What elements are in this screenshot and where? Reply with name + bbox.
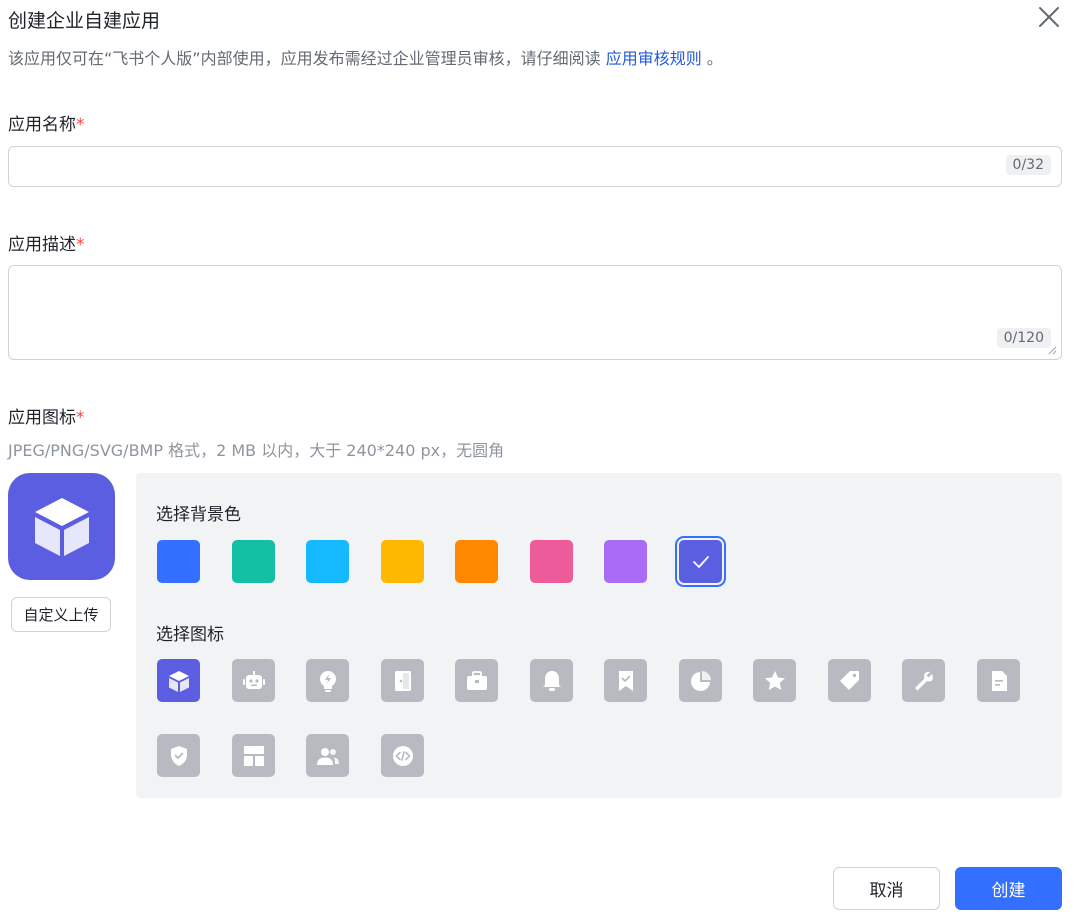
bell-icon	[542, 670, 561, 691]
bg-swatch-purple[interactable]	[604, 540, 647, 583]
icon-option-code[interactable]	[381, 734, 424, 777]
resize-grip-icon[interactable]	[1048, 346, 1057, 355]
app-icon-label: 应用图标*	[8, 403, 85, 428]
dialog-title: 创建企业自建应用	[8, 10, 161, 32]
door-icon	[394, 670, 411, 691]
icon-option-document[interactable]	[977, 659, 1020, 702]
icon-option-robot[interactable]	[232, 659, 275, 702]
icon-option-door[interactable]	[381, 659, 424, 702]
document-icon	[991, 670, 1007, 691]
icon-option-lightbulb[interactable]	[306, 659, 349, 702]
app-name-label-text: 应用名称	[8, 115, 76, 135]
icon-option-layout[interactable]	[232, 734, 275, 777]
bg-swatch-cyan[interactable]	[306, 540, 349, 583]
shield-icon	[170, 745, 187, 766]
app-name-counter: 0/32	[1005, 155, 1051, 175]
cancel-button[interactable]: 取消	[833, 867, 940, 910]
code-icon	[392, 745, 413, 766]
check-icon	[693, 556, 709, 568]
icon-picker-panel: 选择背景色 选择图标	[136, 473, 1062, 798]
cube-icon	[168, 670, 189, 692]
app-name-input[interactable]	[9, 147, 1061, 185]
icon-option-briefcase[interactable]	[455, 659, 498, 702]
icon-option-bell[interactable]	[530, 659, 573, 702]
bg-color-title: 选择背景色	[156, 505, 241, 525]
icon-option-star[interactable]	[753, 659, 796, 702]
required-mark: *	[76, 115, 85, 135]
layout-icon	[243, 745, 264, 766]
notice-text: 该应用仅可在“飞书个人版”内部使用，应用发布需经过企业管理员审核，请仔细阅读	[8, 49, 601, 68]
notice: 该应用仅可在“飞书个人版”内部使用，应用发布需经过企业管理员审核，请仔细阅读 应…	[8, 45, 723, 69]
cube-icon	[34, 497, 89, 556]
notice-end: 。	[706, 49, 723, 68]
bg-swatch-orange[interactable]	[455, 540, 498, 583]
required-mark: *	[76, 235, 85, 255]
wrench-icon	[914, 671, 933, 690]
required-mark: *	[76, 408, 85, 428]
icon-option-people[interactable]	[306, 734, 349, 777]
icon-option-bookmark[interactable]	[604, 659, 647, 702]
create-button[interactable]: 创建	[955, 867, 1062, 910]
app-name-label: 应用名称*	[8, 110, 85, 135]
icon-option-pie-chart[interactable]	[679, 659, 722, 702]
tag-icon	[839, 670, 859, 690]
bg-swatch-indigo[interactable]	[679, 540, 722, 583]
custom-upload-button[interactable]: 自定义上传	[11, 597, 111, 632]
bg-swatch-blue[interactable]	[157, 540, 200, 583]
close-icon[interactable]	[1036, 4, 1062, 30]
bg-swatch-green[interactable]	[232, 540, 275, 583]
review-rules-link[interactable]: 应用审核规则	[606, 49, 702, 68]
app-desc-label-text: 应用描述	[8, 235, 76, 255]
app-desc-textarea[interactable]	[9, 266, 1061, 358]
briefcase-icon	[466, 670, 487, 690]
icon-option-shield[interactable]	[157, 734, 200, 777]
icon-preview	[8, 473, 115, 580]
lightbulb-icon	[319, 670, 336, 692]
bookmark-icon	[618, 670, 633, 691]
app-desc-field: 0/120	[8, 265, 1062, 360]
icon-title: 选择图标	[156, 625, 224, 645]
bg-swatch-yellow[interactable]	[381, 540, 424, 583]
app-icon-label-text: 应用图标	[8, 408, 76, 428]
people-icon	[316, 747, 339, 765]
icon-option-cube[interactable]	[157, 659, 200, 702]
pie-chart-icon	[690, 670, 711, 691]
icon-hint: JPEG/PNG/SVG/BMP 格式，2 MB 以内，大于 240*240 p…	[8, 441, 505, 460]
app-desc-label: 应用描述*	[8, 230, 85, 255]
app-name-field: 0/32	[8, 146, 1062, 187]
icon-option-tag[interactable]	[828, 659, 871, 702]
robot-icon	[242, 670, 265, 689]
bg-swatch-pink[interactable]	[530, 540, 573, 583]
app-desc-counter: 0/120	[996, 328, 1051, 348]
star-icon	[764, 670, 785, 690]
icon-option-wrench[interactable]	[902, 659, 945, 702]
